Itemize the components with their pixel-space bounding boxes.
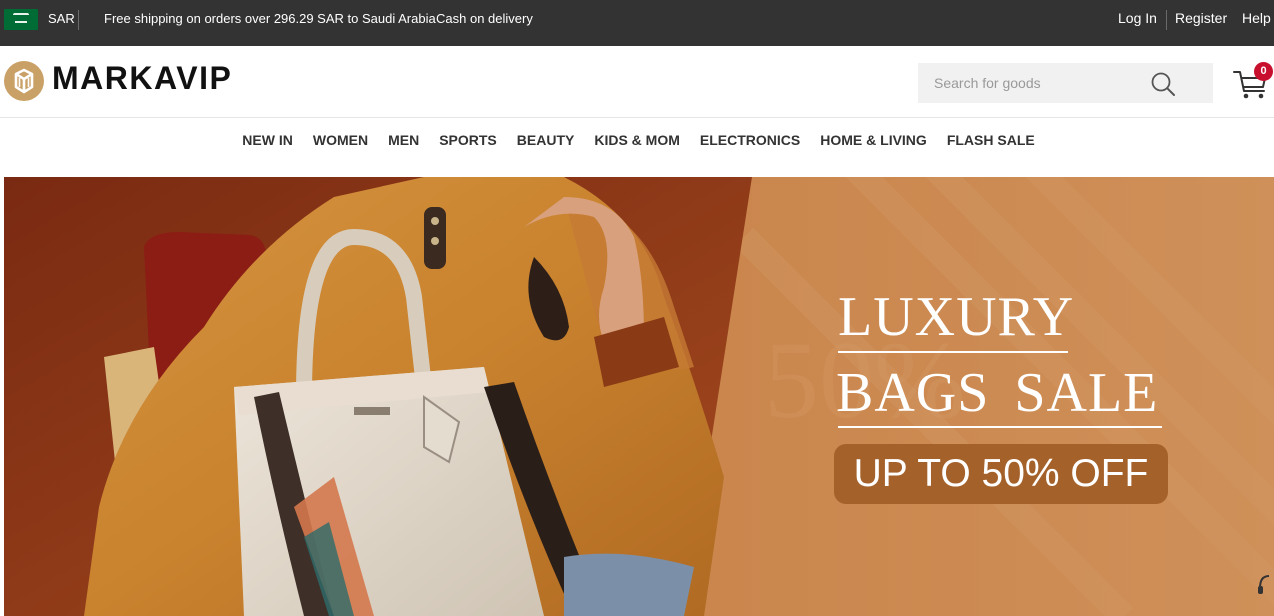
nav-item-men[interactable]: MEN bbox=[388, 130, 419, 152]
banner-divider bbox=[838, 426, 1162, 428]
headset-support-icon[interactable] bbox=[1257, 572, 1274, 596]
header-divider bbox=[0, 117, 1274, 118]
discount-badge[interactable]: UP TO 50% OFF bbox=[834, 444, 1168, 504]
nav-item-flash-sale[interactable]: FLASH SALE bbox=[947, 130, 1035, 152]
search-input[interactable] bbox=[918, 63, 1148, 103]
nav-item-beauty[interactable]: BEAUTY bbox=[517, 130, 575, 152]
register-link[interactable]: Register bbox=[1175, 10, 1227, 26]
nav-item-new-in[interactable]: NEW IN bbox=[242, 130, 293, 152]
cash-on-delivery-notice: Cash on delivery bbox=[436, 11, 533, 26]
divider bbox=[1166, 10, 1167, 30]
search-bar bbox=[918, 63, 1213, 103]
login-link[interactable]: Log In bbox=[1118, 10, 1157, 26]
nav-item-home-living[interactable]: HOME & LIVING bbox=[820, 130, 927, 152]
markavip-logo-icon[interactable] bbox=[4, 61, 44, 101]
banner-title-bags-sale: BAGS SALE bbox=[836, 362, 1159, 424]
banner-divider bbox=[838, 351, 1068, 353]
nav-item-sports[interactable]: SPORTS bbox=[439, 130, 497, 152]
saudi-flag-icon[interactable] bbox=[4, 9, 38, 30]
cart-count-badge: 0 bbox=[1254, 62, 1273, 81]
nav-item-electronics[interactable]: ELECTRONICS bbox=[700, 130, 800, 152]
logo-wordmark[interactable]: MARKAVIP bbox=[52, 60, 232, 97]
help-link[interactable]: Help bbox=[1242, 10, 1271, 26]
nav-item-women[interactable]: WOMEN bbox=[313, 130, 368, 152]
nav-item-kids-mom[interactable]: KIDS & MOM bbox=[594, 130, 680, 152]
top-bar: SAR Free shipping on orders over 296.29 … bbox=[0, 0, 1274, 46]
divider bbox=[78, 10, 79, 30]
shipping-notice: Free shipping on orders over 296.29 SAR … bbox=[104, 11, 436, 26]
banner-title-luxury: LUXURY bbox=[838, 286, 1075, 348]
main-navigation: NEW IN WOMEN MEN SPORTS BEAUTY KIDS & MO… bbox=[0, 130, 1274, 152]
hero-banner[interactable]: 50% LUXURY BAGS SALE UP TO 50% OFF bbox=[4, 177, 1274, 616]
currency-selector[interactable]: SAR bbox=[48, 11, 75, 26]
search-icon[interactable] bbox=[1148, 69, 1178, 99]
